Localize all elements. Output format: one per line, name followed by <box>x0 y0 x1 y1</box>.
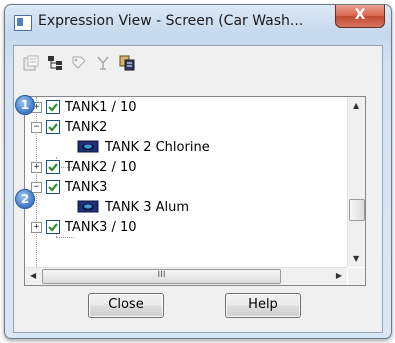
expand-icon[interactable]: + <box>31 221 42 233</box>
horizontal-scroll-thumb[interactable]: III <box>42 269 281 284</box>
expand-icon[interactable]: + <box>31 161 42 173</box>
close-button[interactable]: Close <box>88 293 164 318</box>
tree-guide-line <box>56 237 74 238</box>
tree-node-tank2-chlorine[interactable]: TANK 2 Chlorine <box>77 137 210 157</box>
tag-icon[interactable] <box>70 54 88 72</box>
checked-checkbox-icon[interactable] <box>46 100 60 114</box>
filter-icon[interactable] <box>94 54 112 72</box>
vertical-scroll-thumb[interactable] <box>349 199 365 221</box>
tree-node-label: TANK 3 Alum <box>105 199 190 215</box>
tree-node-tank2-10[interactable]: + TANK2 / 10 <box>31 157 137 177</box>
expression-tree[interactable]: + TANK1 / 10 − TANK2 TANK 2 Chlorine + T… <box>24 96 366 286</box>
tree-node-label: TANK 2 Chlorine <box>105 139 210 155</box>
window-title: Expression View - Screen (Car Wash... <box>38 13 304 29</box>
vertical-scrollbar[interactable]: ▲ ▼ <box>347 97 365 267</box>
expression-view-window: Expression View - Screen (Car Wash... X <box>4 4 392 339</box>
collapse-icon[interactable]: − <box>31 121 42 133</box>
expression-leaf-icon <box>77 200 99 214</box>
tree-node-tank3[interactable]: − TANK3 <box>31 177 107 197</box>
expression-leaf-icon <box>77 140 99 154</box>
tree-viewport: + TANK1 / 10 − TANK2 TANK 2 Chlorine + T… <box>25 97 347 267</box>
copy-icon[interactable] <box>118 54 136 72</box>
scroll-up-icon[interactable]: ▲ <box>353 101 359 110</box>
properties-icon[interactable] <box>22 54 40 72</box>
horizontal-scrollbar[interactable]: ◀ III ▶ <box>25 267 347 285</box>
checked-checkbox-icon[interactable] <box>46 180 60 194</box>
tree-node-label: TANK2 / 10 <box>65 159 137 175</box>
window-close-button[interactable]: X <box>335 5 385 28</box>
tree-node-label: TANK3 / 10 <box>65 219 137 235</box>
tree-node-label: TANK1 / 10 <box>65 99 137 115</box>
checked-checkbox-icon[interactable] <box>46 220 60 234</box>
callout-badge-1: 1 <box>15 95 35 115</box>
scroll-right-icon[interactable]: ▶ <box>336 271 342 280</box>
tree-node-tank3-alum[interactable]: TANK 3 Alum <box>77 197 189 217</box>
checked-checkbox-icon[interactable] <box>46 160 60 174</box>
scroll-down-icon[interactable]: ▼ <box>353 254 359 263</box>
tree-node-label: TANK3 <box>65 179 108 195</box>
callout-badge-2: 2 <box>15 189 35 209</box>
scrollbar-corner <box>348 268 365 285</box>
window-app-icon <box>14 15 32 31</box>
help-button[interactable]: Help <box>225 293 301 318</box>
tree-node-label: TANK2 <box>65 119 108 135</box>
collapse-icon[interactable]: − <box>31 181 42 193</box>
tree-node-tank2[interactable]: − TANK2 <box>31 117 107 137</box>
tree-node-tank3-10[interactable]: + TANK3 / 10 <box>31 217 137 237</box>
checked-checkbox-icon[interactable] <box>46 120 60 134</box>
scroll-left-icon[interactable]: ◀ <box>30 271 36 280</box>
tree-structure-icon[interactable] <box>46 54 64 72</box>
tree-node-tank1-10[interactable]: + TANK1 / 10 <box>31 97 137 117</box>
dialog-client-area: + TANK1 / 10 − TANK2 TANK 2 Chlorine + T… <box>13 45 383 333</box>
